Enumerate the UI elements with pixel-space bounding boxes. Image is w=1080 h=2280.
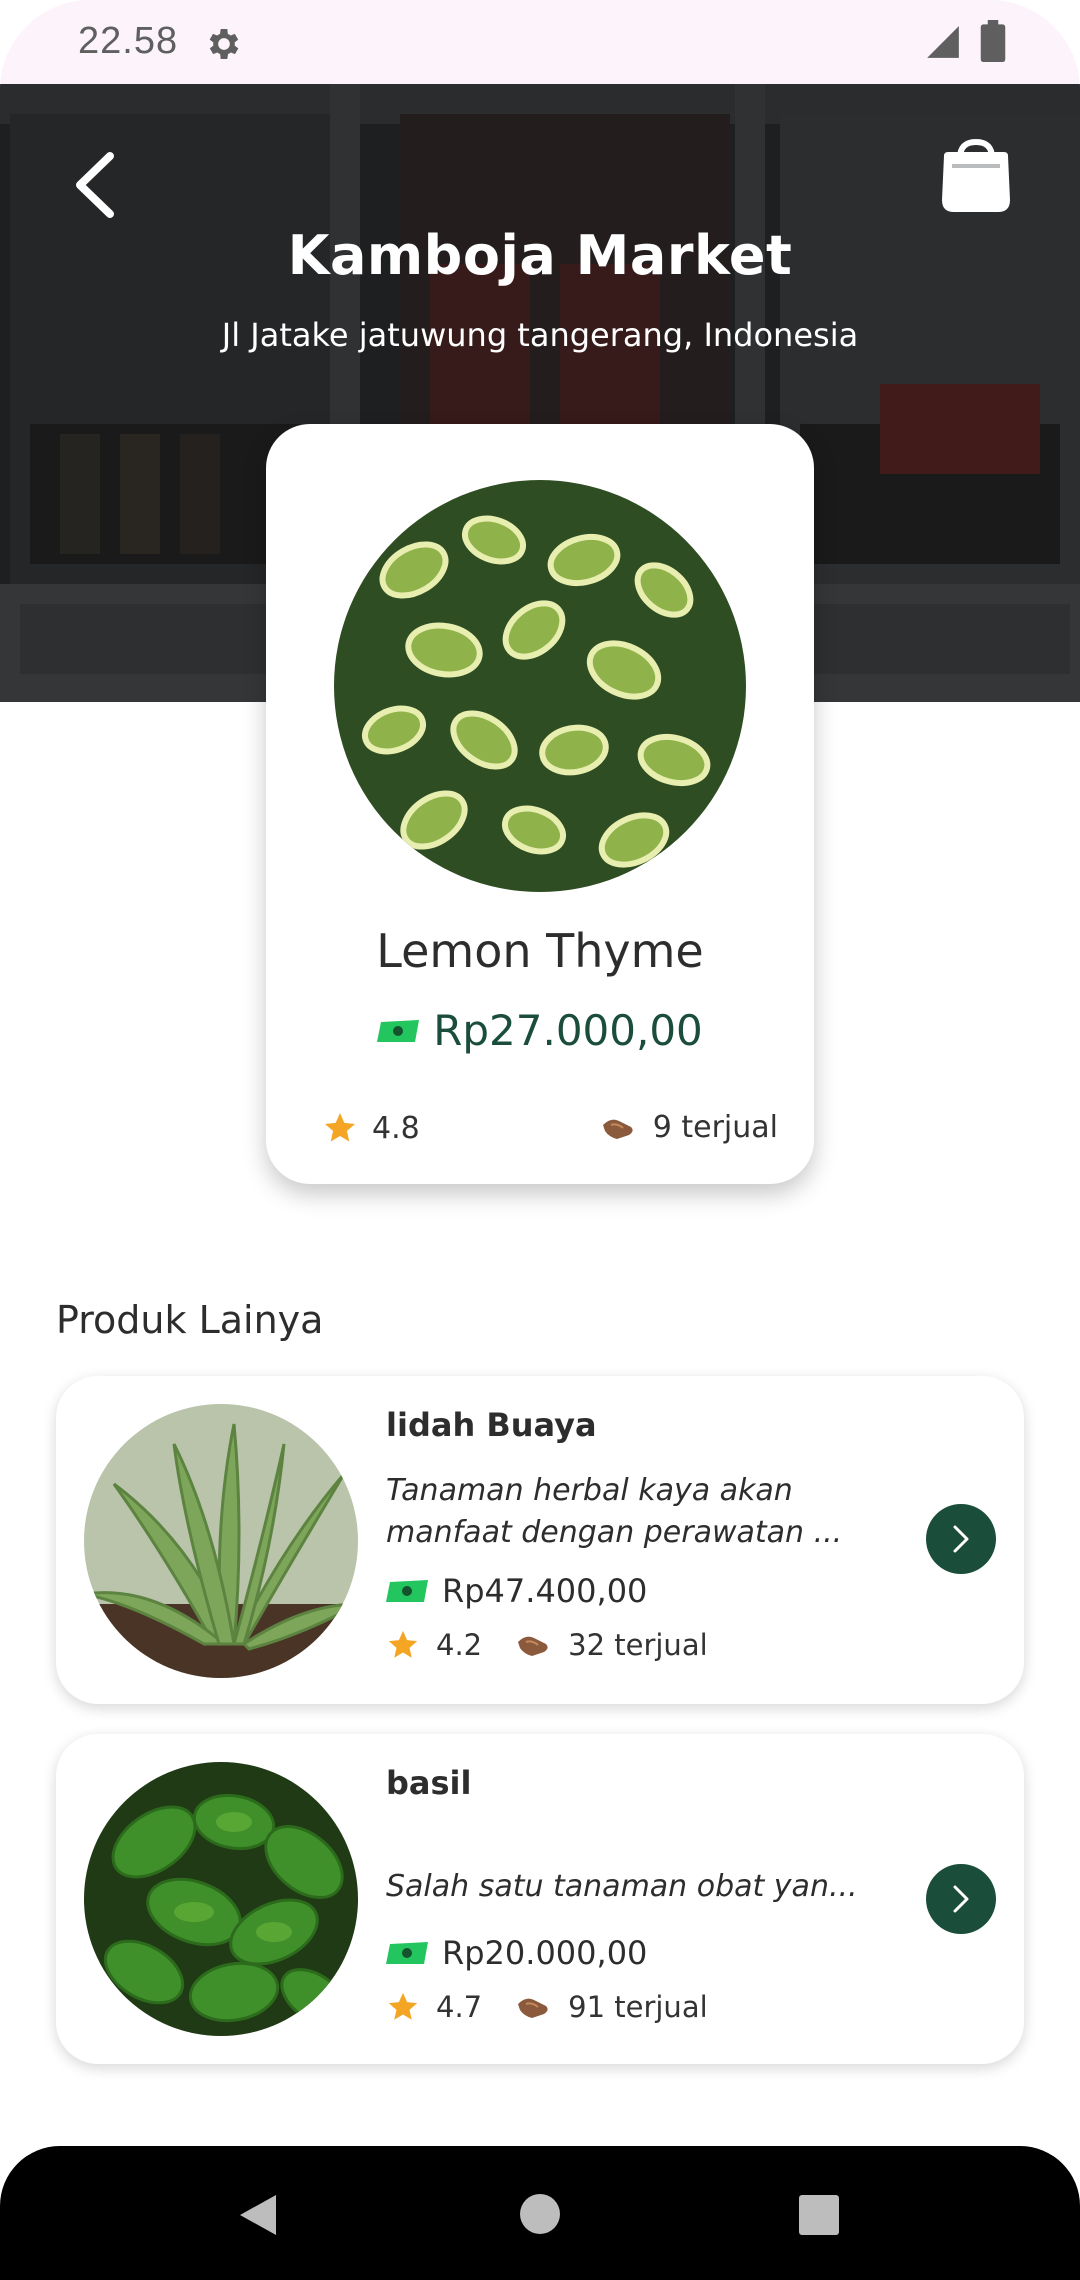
shopping-bag-icon[interactable] (938, 136, 1014, 216)
product-image (84, 1404, 358, 1678)
status-time: 22.58 (78, 20, 179, 62)
featured-price-row: Rp27.000,00 (266, 1006, 814, 1055)
product-detail-button[interactable] (926, 1504, 996, 1574)
nav-back-icon[interactable] (236, 2192, 280, 2238)
screen: 22.58 Kamboja Market Jl Jatake jatuwung … (0, 0, 1080, 2280)
product-stats: 4.7 91 terjual (386, 1990, 708, 2024)
market-title: Kamboja Market (287, 224, 793, 287)
market-address: Jl Jatake jatuwung tangerang, Indonesia (221, 316, 859, 354)
gear-icon (209, 29, 239, 59)
product-sold: 91 terjual (568, 1990, 708, 2024)
star-icon (388, 1630, 418, 1658)
featured-stats: 4.8 9 terjual (322, 1110, 778, 1156)
battery-icon (980, 20, 1006, 62)
chevron-right-icon (953, 1525, 969, 1553)
featured-sold: 9 terjual (601, 1110, 778, 1145)
product-price: Rp20.000,00 (442, 1934, 648, 1972)
product-description: Salah satu tanaman obat yan... (386, 1869, 858, 1904)
featured-product-name: Lemon Thyme (376, 924, 704, 978)
featured-rating-value: 4.8 (372, 1110, 420, 1146)
product-stats: 4.2 32 terjual (386, 1628, 708, 1662)
banknote-icon (386, 1942, 428, 1964)
featured-product-image (334, 480, 746, 892)
star-icon (388, 1992, 418, 2020)
product-card-basil[interactable]: basil Salah satu tanaman obat yan... Rp2… (56, 1734, 1024, 2064)
product-card-lidah-buaya[interactable]: lidah Buaya Tanaman herbal kaya akan man… (56, 1376, 1024, 1704)
star-icon (325, 1113, 355, 1142)
handshake-icon (518, 1998, 548, 2018)
product-name: lidah Buaya (386, 1406, 597, 1444)
nav-recent-apps-icon[interactable] (798, 2194, 840, 2236)
product-detail-button[interactable] (926, 1864, 996, 1934)
product-rating: 4.2 (436, 1628, 483, 1662)
product-description: Tanaman herbal kaya akan manfaat dengan … (386, 1473, 843, 1550)
banknote-icon (377, 1019, 420, 1042)
signal-icon (927, 26, 959, 58)
product-image (84, 1762, 358, 2036)
product-rating: 4.7 (436, 1990, 483, 2024)
handshake-icon (602, 1119, 633, 1139)
status-bar: 22.58 (0, 0, 1080, 84)
featured-product-price: Rp27.000,00 (433, 1006, 703, 1055)
product-name: basil (386, 1764, 472, 1802)
featured-sold-value: 9 terjual (652, 1110, 778, 1145)
system-nav-bar (0, 2146, 1080, 2280)
featured-rating: 4.8 (322, 1110, 420, 1146)
product-price-row: Rp20.000,00 (386, 1934, 647, 1972)
chevron-right-icon (953, 1885, 969, 1913)
nav-home-icon[interactable] (518, 2192, 562, 2236)
featured-product-card[interactable]: Lemon Thyme Rp27.000,00 4.8 9 terjual (266, 424, 814, 1184)
chevron-left-icon[interactable] (70, 150, 120, 220)
product-price: Rp47.400,00 (442, 1572, 648, 1610)
product-sold: 32 terjual (568, 1628, 708, 1662)
handshake-icon (518, 1636, 548, 1656)
banknote-icon (386, 1580, 428, 1602)
section-title: Produk Lainya (56, 1298, 324, 1342)
product-price-row: Rp47.400,00 (386, 1572, 647, 1610)
